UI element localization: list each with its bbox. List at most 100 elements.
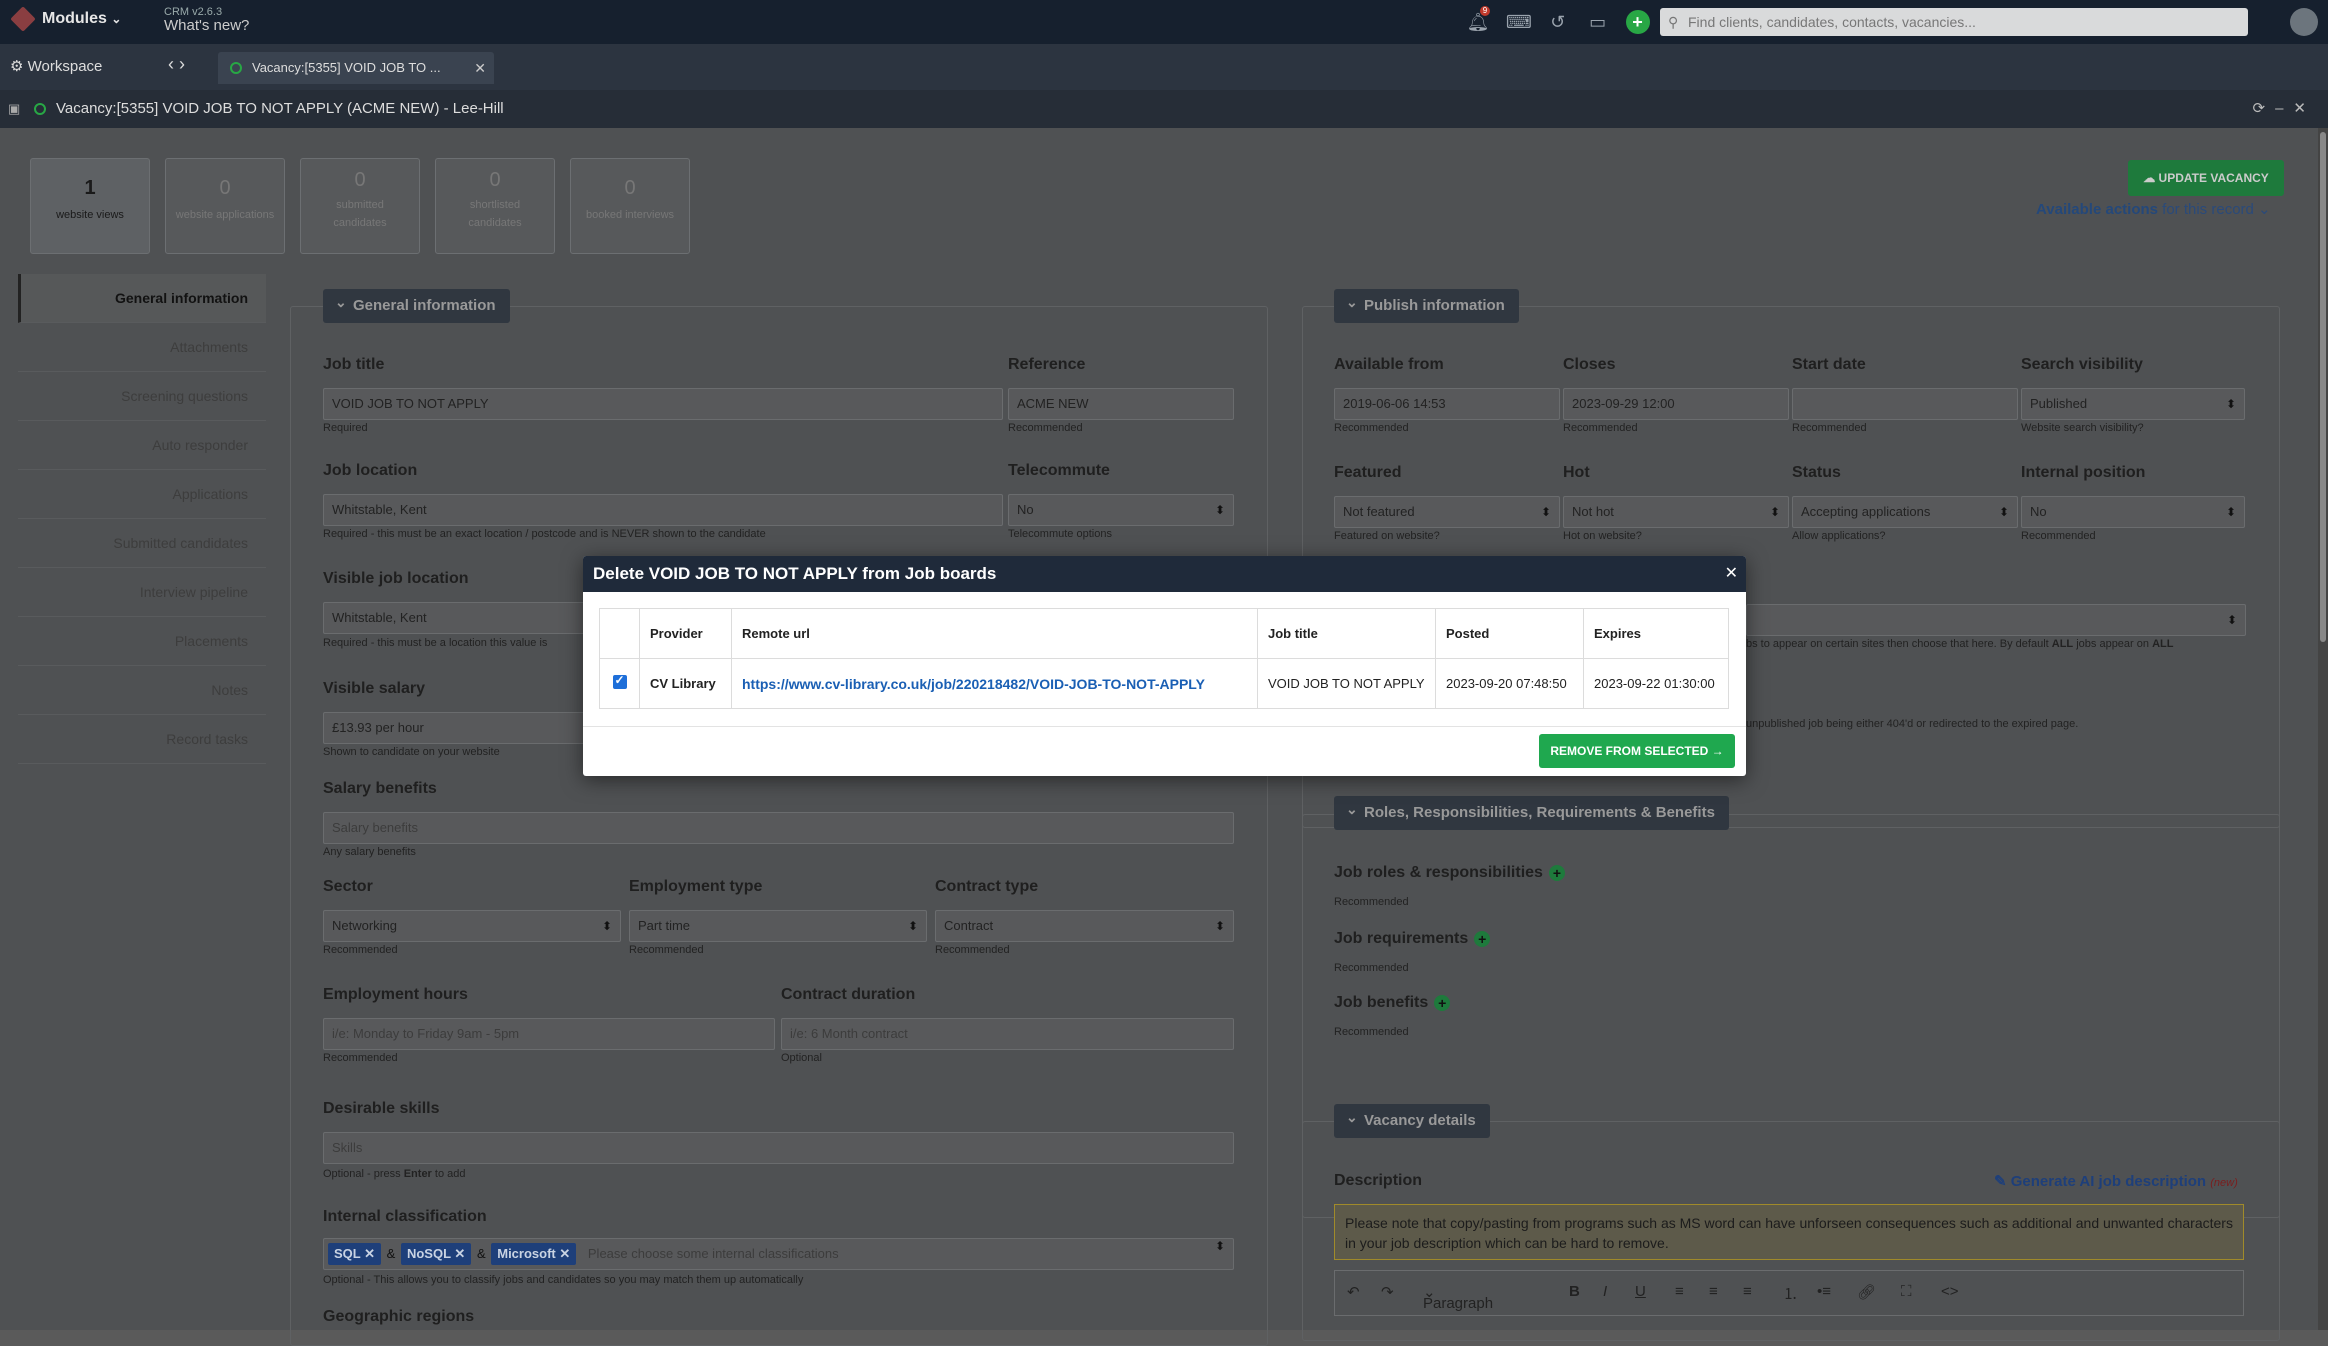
roles-header[interactable]: Roles, Responsibilities, Requirements & …: [1334, 792, 1729, 830]
featured-select[interactable]: Not featured: [1334, 496, 1560, 528]
sidebar-item-screening-questions[interactable]: Screening questions: [18, 372, 266, 421]
employment-hours-field[interactable]: i/e: Monday to Friday 9am - 5pm: [323, 1018, 775, 1050]
available-actions-dropdown[interactable]: Available actions for this record ⌄: [2036, 200, 2271, 218]
global-search-input[interactable]: ⚲ Find clients, candidates, contacts, vac…: [1660, 8, 2248, 36]
close-icon[interactable]: ✕: [364, 1246, 375, 1261]
visible-salary-field[interactable]: £13.93 per hour: [323, 712, 623, 744]
bell-icon[interactable]: 🔔︎ 9: [1466, 6, 1490, 34]
nav-arrows[interactable]: ‹ ›: [168, 54, 185, 75]
code-icon[interactable]: <>: [1941, 1283, 1959, 1300]
link-icon[interactable]: 🔗︎: [1857, 1283, 1876, 1301]
card-icon[interactable]: ▭: [1586, 10, 1610, 34]
align-right-icon[interactable]: ≡: [1743, 1283, 1752, 1300]
fullscreen-icon[interactable]: ⛶: [1901, 1283, 1912, 1300]
sites-select[interactable]: [1746, 604, 2246, 636]
tag-sql[interactable]: SQL ✕: [328, 1243, 382, 1265]
row-checkbox[interactable]: [612, 673, 627, 689]
sidebar-item-submitted-candidates[interactable]: Submitted candidates: [18, 519, 266, 568]
sidebar-item-placements[interactable]: Placements: [18, 617, 266, 666]
modules-menu[interactable]: Modules ⌄: [10, 6, 121, 32]
general-information-header[interactable]: General information: [323, 285, 510, 323]
stat-shortlisted-candidates[interactable]: 0 shortlisted candidates: [435, 158, 555, 254]
internal-classification-field[interactable]: SQL ✕ & NoSQL ✕ & Microsoft ✕ Please cho…: [323, 1238, 1234, 1270]
keyboard-icon[interactable]: ⌨: [1506, 10, 1532, 34]
employment-type-select[interactable]: Part time: [629, 910, 927, 942]
italic-icon[interactable]: I: [1603, 1283, 1607, 1300]
job-title-field[interactable]: VOID JOB TO NOT APPLY: [323, 388, 1003, 420]
desirable-skills-field[interactable]: Skills: [323, 1132, 1234, 1164]
hint-text: to add: [434, 1168, 466, 1180]
tag-microsoft[interactable]: Microsoft ✕: [491, 1243, 577, 1265]
contract-duration-field[interactable]: i/e: 6 Month contract: [781, 1018, 1234, 1050]
add-icon[interactable]: +: [1625, 10, 1650, 34]
publish-information-header[interactable]: Publish information: [1334, 285, 1519, 323]
description-label: Description: [1334, 1172, 1423, 1189]
remote-url-link[interactable]: https://www.cv-library.co.uk/job/2202184…: [731, 658, 1258, 709]
sidebar-item-interview-pipeline[interactable]: Interview pipeline: [18, 568, 266, 617]
telecommute-select[interactable]: No: [1008, 494, 1234, 526]
update-vacancy-button[interactable]: ☁ UPDATE VACANCY: [2128, 160, 2284, 196]
window-controls[interactable]: ⟳–✕: [2253, 90, 2316, 128]
contract-type-select[interactable]: Contract: [935, 910, 1234, 942]
update-label: UPDATE VACANCY: [2158, 171, 2269, 185]
close-icon[interactable]: ✕: [1725, 556, 1738, 592]
sidebar-item-auto-responder[interactable]: Auto responder: [18, 421, 266, 470]
tag-nosql[interactable]: NoSQL ✕: [400, 1243, 472, 1265]
scrollbar-thumb[interactable]: [2320, 132, 2326, 642]
reference-field[interactable]: ACME NEW: [1008, 388, 1234, 420]
underline-icon[interactable]: U: [1635, 1283, 1646, 1300]
visible-location-field[interactable]: Whitstable, Kent: [323, 602, 623, 634]
benefits-label: Job benefits +: [1334, 994, 1451, 1012]
close-icon[interactable]: ✕: [559, 1246, 570, 1261]
sidebar-item-general-information[interactable]: General information: [18, 274, 266, 323]
vacancy-details-header[interactable]: Vacancy details: [1334, 1100, 1490, 1138]
internal-position-hint: Recommended: [2021, 530, 2096, 542]
tab-vacancy[interactable]: Vacancy:[5355] VOID JOB TO ... ✕: [218, 52, 494, 84]
search-visibility-select[interactable]: Published: [2021, 388, 2245, 420]
align-center-icon[interactable]: ≡: [1709, 1283, 1718, 1300]
remove-from-selected-button[interactable]: REMOVE FROM SELECTED →: [1539, 734, 1735, 768]
close-icon[interactable]: ✕: [454, 1246, 465, 1261]
internal-position-select[interactable]: No: [2021, 496, 2245, 528]
tag-separator: &: [476, 1246, 486, 1261]
sidebar-item-record-tasks[interactable]: Record tasks: [18, 715, 266, 764]
available-from-field[interactable]: 2019-06-06 14:53: [1334, 388, 1560, 420]
sidebar-item-applications[interactable]: Applications: [18, 470, 266, 519]
history-icon[interactable]: ↺: [1546, 10, 1570, 34]
bullet-list-icon[interactable]: •≡: [1817, 1283, 1831, 1300]
stat-website-applications[interactable]: 0 website applications: [165, 158, 285, 254]
generate-ai-description-link[interactable]: ✎ Generate AI job description (new): [1994, 1172, 2238, 1190]
page-title: Vacancy:[5355] VOID JOB TO NOT APPLY (AC…: [56, 100, 504, 117]
paragraph-select[interactable]: Paragraph ⌄: [1423, 1283, 1493, 1312]
stat-website-views[interactable]: 1 website views: [30, 158, 150, 254]
status-select[interactable]: Accepting applications: [1792, 496, 2018, 528]
sector-select[interactable]: Networking: [323, 910, 621, 942]
closes-field[interactable]: 2023-09-29 12:00: [1563, 388, 1789, 420]
chevron-left-icon[interactable]: ‹: [168, 54, 174, 74]
start-date-field[interactable]: [1792, 388, 2018, 420]
stat-submitted-candidates[interactable]: 0 submitted candidates: [300, 158, 420, 254]
add-icon[interactable]: +: [1548, 864, 1565, 881]
redo-icon[interactable]: ↷: [1381, 1283, 1394, 1301]
numbered-list-icon[interactable]: ⒈: [1783, 1283, 1798, 1304]
sidebar-item-attachments[interactable]: Attachments: [18, 323, 266, 372]
whats-new-link[interactable]: What's new?: [164, 18, 249, 33]
sidebar-item-notes[interactable]: Notes: [18, 666, 266, 715]
desirable-skills-hint: Optional - press Enter to add: [323, 1168, 466, 1180]
workspace-button[interactable]: ⚙ Workspace: [10, 57, 102, 75]
add-icon[interactable]: +: [1474, 930, 1491, 947]
scrollbar[interactable]: [2318, 128, 2328, 1330]
column-header-provider: Provider: [639, 608, 732, 659]
add-icon[interactable]: +: [1434, 994, 1451, 1011]
close-icon[interactable]: ✕: [474, 52, 486, 84]
contract-duration-label: Contract duration: [781, 986, 916, 1003]
job-location-field[interactable]: Whitstable, Kent: [323, 494, 1003, 526]
align-left-icon[interactable]: ≡: [1675, 1283, 1684, 1300]
undo-icon[interactable]: ↶: [1347, 1283, 1360, 1301]
salary-benefits-field[interactable]: Salary benefits: [323, 812, 1234, 844]
avatar[interactable]: [2290, 8, 2318, 36]
bold-icon[interactable]: B: [1569, 1283, 1580, 1300]
hot-select[interactable]: Not hot: [1563, 496, 1789, 528]
stat-booked-interviews[interactable]: 0 booked interviews: [570, 158, 690, 254]
chevron-right-icon[interactable]: ›: [179, 54, 185, 74]
